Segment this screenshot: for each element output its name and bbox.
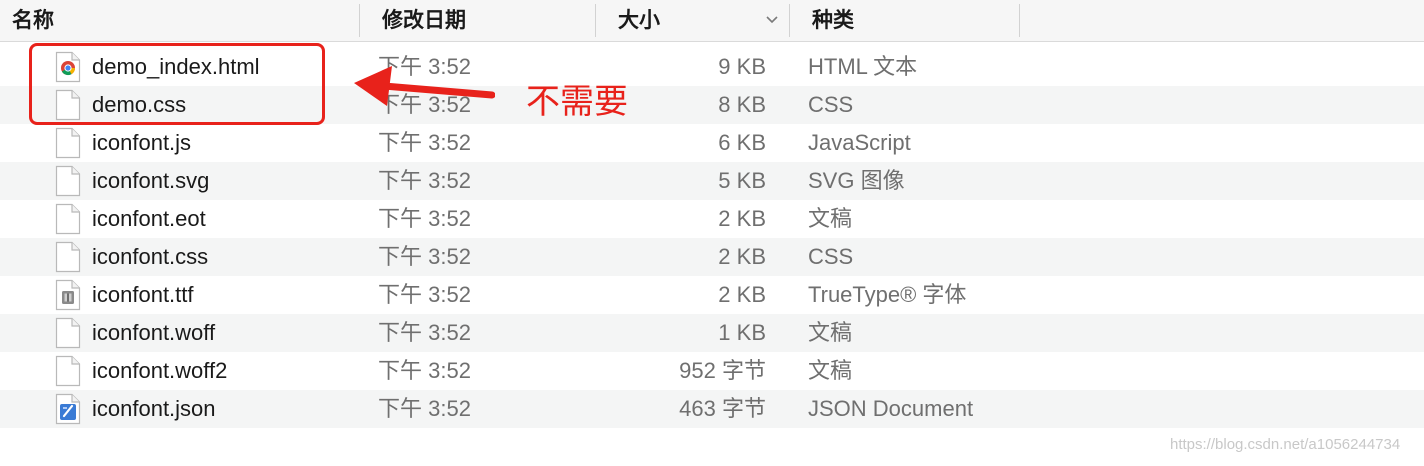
blank-file-icon bbox=[55, 355, 81, 387]
file-kind: SVG 图像 bbox=[808, 168, 905, 193]
file-size: 2 KB bbox=[718, 282, 766, 307]
file-size: 2 KB bbox=[718, 206, 766, 231]
file-name: iconfont.json bbox=[92, 396, 216, 421]
file-size: 463 字节 bbox=[679, 396, 766, 421]
file-row[interactable]: iconfont.svg 下午 3:52 5 KB SVG 图像 bbox=[0, 162, 1424, 200]
column-header-date[interactable]: 修改日期 bbox=[360, 0, 596, 41]
file-kind: JSON Document bbox=[808, 396, 974, 421]
file-kind: HTML 文本 bbox=[808, 54, 918, 79]
column-divider[interactable] bbox=[1019, 4, 1020, 37]
file-row[interactable]: iconfont.json 下午 3:52 463 字节 JSON Document bbox=[0, 390, 1424, 428]
file-size: 6 KB bbox=[718, 130, 766, 155]
column-header-kind[interactable]: 种类 bbox=[790, 0, 1020, 41]
file-name: iconfont.woff2 bbox=[92, 358, 228, 383]
file-size: 952 字节 bbox=[679, 358, 766, 383]
file-modified-date: 下午 3:52 bbox=[378, 282, 471, 307]
file-row[interactable]: iconfont.css 下午 3:52 2 KB CSS bbox=[0, 238, 1424, 276]
json-file-icon bbox=[55, 393, 81, 425]
file-modified-date: 下午 3:52 bbox=[378, 320, 471, 345]
file-modified-date: 下午 3:52 bbox=[378, 168, 471, 193]
file-modified-date: 下午 3:52 bbox=[378, 244, 471, 269]
file-kind: CSS bbox=[808, 244, 854, 269]
blank-file-icon bbox=[55, 241, 81, 273]
file-kind: JavaScript bbox=[808, 130, 911, 155]
arrow-left-icon bbox=[354, 66, 495, 106]
file-name: iconfont.js bbox=[92, 130, 192, 155]
file-size: 5 KB bbox=[718, 168, 766, 193]
file-name: iconfont.eot bbox=[92, 206, 206, 231]
font-file-icon bbox=[55, 279, 81, 311]
file-row[interactable]: iconfont.eot 下午 3:52 2 KB 文稿 bbox=[0, 200, 1424, 238]
file-kind: CSS bbox=[808, 92, 854, 117]
file-kind: 文稿 bbox=[808, 320, 853, 345]
column-header-bar: 名称 修改日期 大小 种类 bbox=[0, 0, 1424, 42]
chevron-down-icon[interactable] bbox=[766, 16, 778, 24]
file-size: 2 KB bbox=[718, 244, 766, 269]
file-modified-date: 下午 3:52 bbox=[378, 206, 471, 231]
watermark: https://blog.csdn.net/a1056244734 bbox=[1170, 436, 1401, 453]
file-name: iconfont.ttf bbox=[92, 282, 194, 307]
blank-file-icon bbox=[55, 317, 81, 349]
blank-file-icon bbox=[55, 127, 81, 159]
file-name: iconfont.svg bbox=[92, 168, 210, 193]
blank-file-icon bbox=[55, 203, 81, 235]
file-name: iconfont.css bbox=[92, 244, 209, 269]
column-header-size[interactable]: 大小 bbox=[596, 0, 790, 41]
annotation-label: 不需要 bbox=[526, 82, 628, 122]
file-modified-date: 下午 3:52 bbox=[378, 130, 471, 155]
file-kind: 文稿 bbox=[808, 206, 853, 231]
highlight-box bbox=[29, 43, 325, 125]
file-row[interactable]: iconfont.js 下午 3:52 6 KB JavaScript bbox=[0, 124, 1424, 162]
file-name: iconfont.woff bbox=[92, 320, 216, 345]
file-kind: 文稿 bbox=[808, 358, 853, 383]
column-header-name[interactable]: 名称 bbox=[0, 0, 360, 41]
file-modified-date: 下午 3:52 bbox=[378, 396, 471, 421]
finder-list-view: 名称 修改日期 大小 种类 demo_index.html 下午 3:52 9 KB… bbox=[0, 0, 1424, 466]
file-modified-date: 下午 3:52 bbox=[378, 358, 471, 383]
file-size: 1 KB bbox=[718, 320, 766, 345]
blank-file-icon bbox=[55, 165, 81, 197]
file-row[interactable]: iconfont.woff2 下午 3:52 952 字节 文稿 bbox=[0, 352, 1424, 390]
file-kind: TrueType® 字体 bbox=[808, 282, 967, 307]
file-row[interactable]: iconfont.woff 下午 3:52 1 KB 文稿 bbox=[0, 314, 1424, 352]
file-row[interactable]: iconfont.ttf 下午 3:52 2 KB TrueType® 字体 bbox=[0, 276, 1424, 314]
